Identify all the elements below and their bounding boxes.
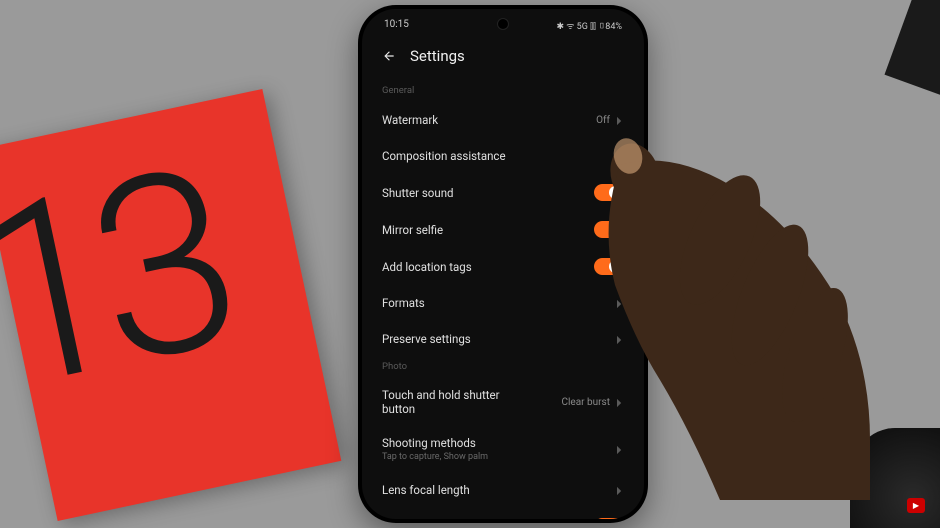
row-value: Off (596, 115, 610, 126)
prop-object-top-right (884, 0, 940, 99)
prop-object-bottom-right (850, 428, 940, 528)
row-label: Shutter sound (382, 186, 454, 200)
video-watermark: ▶ (907, 498, 925, 513)
row-preserve-settings[interactable]: Preserve settings (382, 321, 624, 357)
row-lens-focal-length[interactable]: Lens focal length (382, 472, 624, 508)
row-value: Clear burst (561, 397, 610, 408)
row-sub: Tap to capture, Show palm (382, 452, 488, 462)
row-watermark[interactable]: Watermark Off (382, 102, 624, 138)
row-touch-hold-shutter[interactable]: Touch and hold shutter button Clear burs… (382, 378, 624, 426)
row-label: Preserve settings (382, 332, 471, 346)
section-header-photo: Photo (382, 361, 624, 372)
toggle-switch[interactable] (594, 184, 624, 201)
row-label: Mirror selfie (382, 223, 443, 237)
row-label: Formats (382, 296, 425, 310)
camera-notch (497, 18, 509, 30)
row-composition-assistance[interactable]: Composition assistance (382, 138, 624, 174)
chevron-right-icon (616, 116, 624, 124)
toggle-switch[interactable] (594, 518, 624, 519)
row-label: Touch and hold shutter button (382, 388, 512, 416)
settings-header: Settings (362, 35, 644, 81)
chevron-right-icon (616, 299, 624, 307)
row-shutter-sound[interactable]: Shutter sound (382, 174, 624, 211)
row-shooting-methods[interactable]: Shooting methods Tap to capture, Show pa… (382, 426, 624, 472)
row-label: Watermark (382, 113, 438, 127)
back-arrow-icon[interactable] (382, 49, 396, 63)
row-label: Lens focal length (382, 483, 470, 497)
row-formats[interactable]: Formats (382, 285, 624, 321)
product-box: 13 (0, 89, 341, 521)
chevron-right-icon (616, 486, 624, 494)
status-time: 10:15 (384, 19, 409, 32)
row-mirror-selfie[interactable]: Mirror selfie (382, 211, 624, 248)
chevron-right-icon (616, 398, 624, 406)
row-label: Add location tags (382, 260, 472, 274)
toggle-switch[interactable] (594, 221, 624, 238)
row-qr-code-scanning[interactable]: QR code scanning (382, 508, 624, 519)
phone-screen: 10:15 ✱ ᯤ 5G ⫿⫿ ▯84% Settings General Wa… (362, 9, 644, 519)
toggle-switch[interactable] (594, 258, 624, 275)
settings-list: General Watermark Off Composition assist… (362, 81, 644, 519)
row-label: Composition assistance (382, 149, 506, 163)
section-header-general: General (382, 85, 624, 96)
box-number: 13 (0, 136, 240, 430)
row-add-location-tags[interactable]: Add location tags (382, 248, 624, 285)
page-title: Settings (410, 47, 465, 65)
chevron-right-icon (616, 335, 624, 343)
phone-frame: 10:15 ✱ ᯤ 5G ⫿⫿ ▯84% Settings General Wa… (358, 5, 648, 523)
chevron-right-icon (616, 152, 624, 160)
row-label: Shooting methods (382, 436, 488, 450)
status-indicators: ✱ ᯤ 5G ⫿⫿ ▯84% (556, 19, 622, 32)
chevron-right-icon (616, 445, 624, 453)
